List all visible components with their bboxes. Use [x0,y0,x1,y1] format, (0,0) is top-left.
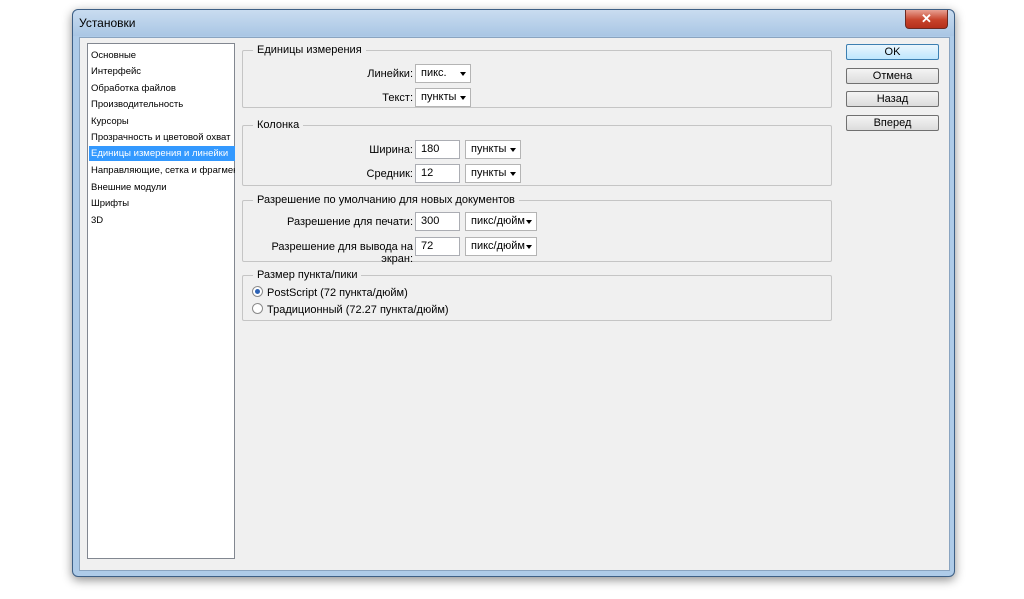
sidebar-item-plugins[interactable]: Внешние модули [89,180,235,195]
type-unit-value: пункты [421,91,457,103]
cancel-button[interactable]: Отмена [846,68,939,84]
column-group: Колонка Ширина: 180 пункты Средник: 12 п… [242,119,832,186]
back-button[interactable]: Назад [846,91,939,107]
width-input[interactable]: 180 [415,140,460,159]
close-icon: ✕ [921,11,932,26]
print-resolution-unit-select[interactable]: пикс/дюйм [465,212,537,231]
screen-resolution-unit-value: пикс/дюйм [471,240,525,252]
rulers-unit-value: пикс. [421,67,447,79]
sidebar-item-transparency-gamut[interactable]: Прозрачность и цветовой охват [89,130,235,145]
print-resolution-label: Разрешение для печати: [287,216,413,228]
rulers-unit-select[interactable]: пикс. [415,64,471,83]
screen-resolution-input[interactable]: 72 [415,237,460,256]
title-bar: Установки ✕ [73,10,954,36]
window-title: Установки [79,16,136,30]
units-group: Единицы измерения Линейки: пикс. Текст: … [242,44,832,108]
sidebar-item-3d[interactable]: 3D [89,213,235,228]
print-resolution-unit-value: пикс/дюйм [471,215,525,227]
postscript-radio-option[interactable]: PostScript (72 пункта/дюйм) [252,286,408,300]
chevron-down-icon [526,245,532,249]
width-label: Ширина: [369,144,413,156]
close-button[interactable]: ✕ [905,10,948,29]
sidebar-item-performance[interactable]: Производительность [89,97,235,112]
width-unit-select[interactable]: пункты [465,140,521,159]
chevron-down-icon [510,148,516,152]
traditional-radio-option[interactable]: Традиционный (72.27 пункта/дюйм) [252,303,449,317]
point-size-group: Размер пункта/пики PostScript (72 пункта… [242,269,832,321]
sidebar-item-file-handling[interactable]: Обработка файлов [89,81,235,96]
type-unit-select[interactable]: пункты [415,88,471,107]
sidebar-item-type[interactable]: Шрифты [89,196,235,211]
gutter-unit-value: пункты [471,167,507,179]
sidebar-item-guides-grid-slices[interactable]: Направляющие, сетка и фрагменты [89,163,235,178]
postscript-label: PostScript (72 пункта/дюйм) [267,287,408,299]
column-group-title: Колонка [253,119,304,131]
chevron-down-icon [460,96,466,100]
dialog-content: Основные Интерфейс Обработка файлов Прои… [79,37,950,571]
gutter-unit-select[interactable]: пункты [465,164,521,183]
sidebar-item-interface[interactable]: Интерфейс [89,64,235,79]
units-group-title: Единицы измерения [253,44,366,56]
ok-button[interactable]: OK [846,44,939,60]
resolution-group-title: Разрешение по умолчанию для новых докуме… [253,194,519,206]
sidebar-item-general[interactable]: Основные [89,48,235,63]
sidebar-item-cursors[interactable]: Курсоры [89,114,235,129]
chevron-down-icon [460,72,466,76]
chevron-down-icon [510,172,516,176]
forward-button[interactable]: Вперед [846,115,939,131]
gutter-input[interactable]: 12 [415,164,460,183]
traditional-label: Традиционный (72.27 пункта/дюйм) [267,304,449,316]
radio-selected-icon[interactable] [252,286,263,297]
preferences-dialog: Установки ✕ Основные Интерфейс Обработка… [72,9,955,577]
width-unit-value: пункты [471,143,507,155]
radio-unselected-icon[interactable] [252,303,263,314]
resolution-group: Разрешение по умолчанию для новых докуме… [242,194,832,265]
screen-resolution-unit-select[interactable]: пикс/дюйм [465,237,537,256]
type-label: Текст: [382,92,413,104]
print-resolution-input[interactable]: 300 [415,212,460,231]
category-list: Основные Интерфейс Обработка файлов Прои… [87,43,235,559]
gutter-label: Средник: [366,168,413,180]
chevron-down-icon [526,220,532,224]
screen-resolution-label: Разрешение для вывода на экран: [271,241,413,265]
point-size-group-title: Размер пункта/пики [253,269,362,281]
rulers-label: Линейки: [367,68,413,80]
sidebar-item-units-rulers[interactable]: Единицы измерения и линейки [89,146,235,161]
